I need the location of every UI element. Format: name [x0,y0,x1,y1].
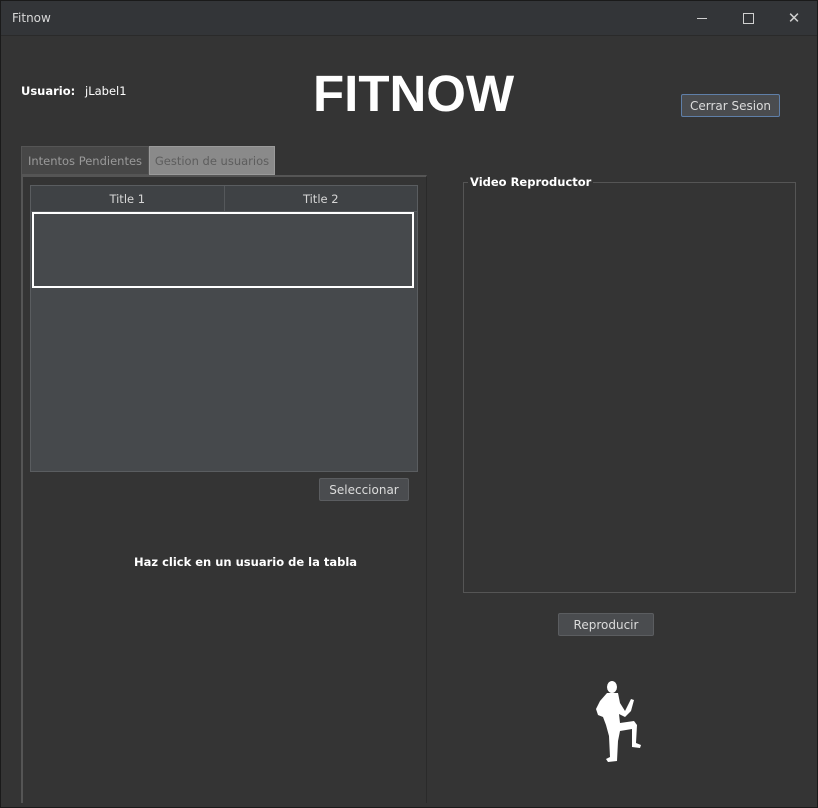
table-header: Title 1 Title 2 [31,186,417,212]
tab-intentos-pendientes[interactable]: Intentos Pendientes [21,146,149,175]
select-button[interactable]: Seleccionar [319,478,409,501]
minimize-button[interactable] [679,1,725,35]
logout-button[interactable]: Cerrar Sesion [681,94,780,117]
hint-text: Haz click en un usuario de la tabla [134,555,358,569]
usuario-label: Usuario: [21,84,76,98]
maximize-icon [742,12,754,24]
play-button[interactable]: Reproducir [558,613,654,636]
video-player-title: Video Reproductor [468,175,594,189]
close-icon: ✕ [787,8,801,27]
column-header-title-2[interactable]: Title 2 [223,186,418,211]
tab-gestion-usuarios[interactable]: Gestion de usuarios [149,146,275,175]
column-header-title-1[interactable]: Title 1 [31,186,224,211]
close-button[interactable]: ✕ [771,1,817,35]
window-title: Fitnow [12,11,51,25]
title-bar[interactable]: Fitnow ✕ [1,1,817,36]
maximize-button[interactable] [725,1,771,35]
users-table[interactable]: Title 1 Title 2 [30,185,418,472]
table-row[interactable] [32,212,414,288]
app-title: FITNOW [313,65,515,122]
exercising-person-icon [596,681,641,762]
video-player-panel [463,182,796,593]
usuario-value: jLabel1 [85,84,127,98]
minimize-icon [697,17,707,19]
